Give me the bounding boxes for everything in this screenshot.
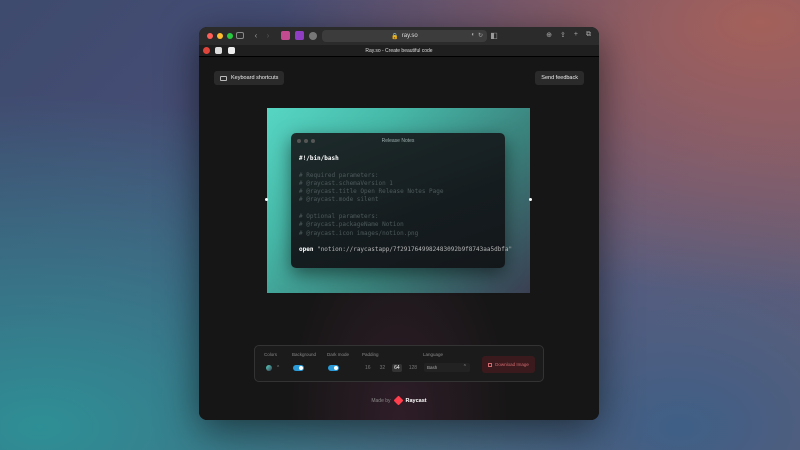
browser-window: ‹ › 🔒 ray.so ◐ ↻ ◧ ⊕ ⇪ + ⧉ Ray.so - Crea… [199,27,599,420]
code-keyword: open [299,246,314,254]
page-content: Keyboard shortcuts Send feedback Release… [199,57,599,420]
forward-icon[interactable]: › [263,31,273,41]
keyboard-shortcuts-label: Keyboard shortcuts [231,75,279,81]
send-feedback-label: Send feedback [541,75,578,81]
resize-handle-right[interactable] [529,198,532,201]
code-line: # @raycast.icon images/notion.png [299,229,419,237]
new-tab-icon[interactable]: + [574,31,578,39]
sidebar-toggle-icon[interactable] [236,32,244,39]
raycast-logo-icon[interactable] [393,395,403,406]
extension-icon[interactable] [309,32,317,40]
padding-options: 16 32 64 128 [363,364,419,372]
zoom-window-button[interactable] [227,33,233,39]
reload-icon[interactable]: ↻ [478,32,483,39]
minimize-window-button[interactable] [217,33,223,39]
code-line: # @raycast.packageName Notion [299,221,404,229]
address-bar-url: ray.so [401,33,418,39]
chevron-up-down-icon: ⌃ [462,364,467,370]
made-by-footer: Made by Raycast [199,395,599,406]
code-editor[interactable]: #!/bin/bash # Required parameters: # @ray… [299,155,512,255]
address-bar-actions: ◐ ↻ [471,32,483,39]
language-value: Bash [427,365,438,370]
image-icon [488,362,493,367]
controls-panel: Colors ⌃ Background Dark mode Padding 16… [254,345,544,382]
code-window: Release Notes #!/bin/bash # Required par… [291,133,512,268]
dark-mode-toggle[interactable] [328,365,339,371]
made-by-text: Made by [371,397,391,404]
code-line: open "notion://raycastapp/7f291764998248… [299,246,512,254]
language-label: Language [423,352,444,357]
color-swatch[interactable] [266,365,272,371]
code-string: "notion://raycastapp/7f2917649982483092b… [317,246,513,254]
code-line: #!/bin/bash [299,155,339,162]
padding-label: Padding [362,352,379,357]
code-line: # @raycast.title Open Release Notes Page [299,188,444,196]
back-icon[interactable]: ‹ [251,31,261,41]
raycast-brand[interactable]: Raycast [406,398,427,404]
code-line: # @raycast.mode silent [299,196,379,204]
tab-overview-icon[interactable]: ⧉ [586,31,591,39]
code-canvas-background: Release Notes #!/bin/bash # Required par… [265,108,532,293]
padding-option[interactable]: 128 [407,364,419,372]
padding-option[interactable]: 32 [378,364,388,372]
download-image-button[interactable]: Download Image [482,356,535,373]
resize-handle-left[interactable] [265,198,268,201]
code-window-title[interactable]: Release Notes [291,138,505,144]
padding-option[interactable]: 16 [363,364,373,372]
keyboard-icon [220,75,227,81]
tab-bar: Ray.so - Create beautiful code [199,45,599,57]
download-image-label: Download Image [495,362,529,367]
colors-label: Colors [264,352,278,357]
padding-option-selected[interactable]: 64 [392,364,402,372]
browser-titlebar: ‹ › 🔒 ray.so ◐ ↻ ◧ ⊕ ⇪ + ⧉ [199,27,599,45]
code-line: # Optional parameters: [299,213,379,221]
share-icon[interactable]: ⇪ [560,31,566,39]
code-line: # Required parameters: [299,171,379,179]
lock-icon: 🔒 [391,33,399,40]
address-bar[interactable]: 🔒 ray.so ◐ ↻ [322,30,487,42]
send-feedback-button[interactable]: Send feedback [535,71,584,85]
background-label: Background [292,352,317,357]
window-controls [207,33,233,39]
chevron-down-icon[interactable]: ⌃ [276,365,280,371]
download-icon[interactable]: ⊕ [546,31,552,39]
extension-icon[interactable] [295,31,304,40]
code-line: # @raycast.schemaVersion 1 [299,179,393,187]
keyboard-shortcuts-button[interactable]: Keyboard shortcuts [214,71,285,85]
toolbar-right: ⊕ ⇪ + ⧉ [546,31,591,39]
extension-icon[interactable] [281,31,290,40]
dark-mode-label: Dark mode [327,352,350,357]
translate-icon[interactable]: ◐ [471,32,475,39]
tab-title[interactable]: Ray.so - Create beautiful code [199,48,599,54]
background-toggle[interactable] [293,365,304,371]
shield-icon[interactable]: ◧ [489,31,499,41]
close-window-button[interactable] [207,33,213,39]
language-select[interactable]: Bash ⌃ [424,363,470,372]
